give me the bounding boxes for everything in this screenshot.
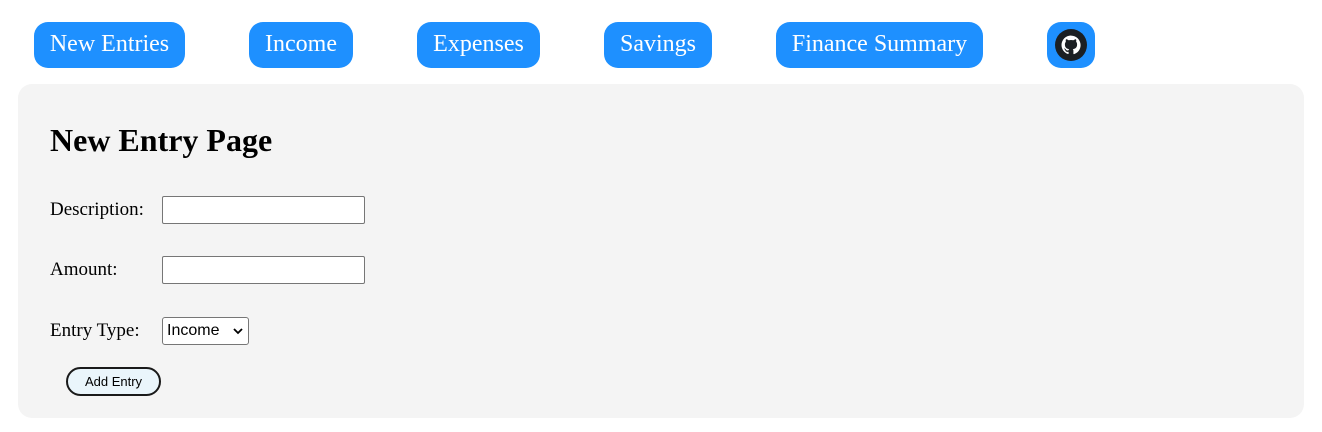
entry-type-select[interactable]: Income xyxy=(162,317,249,345)
entry-type-label: Entry Type: xyxy=(50,320,140,341)
amount-label: Amount: xyxy=(50,259,118,280)
github-icon xyxy=(1055,29,1087,61)
nav-new-entries-button[interactable]: New Entries xyxy=(34,22,185,68)
nav-income-button[interactable]: Income xyxy=(249,22,353,68)
nav-github-button[interactable] xyxy=(1047,22,1095,68)
description-input[interactable] xyxy=(162,196,365,224)
description-label: Description: xyxy=(50,199,144,220)
entry-type-selected-value: Income xyxy=(167,322,220,339)
new-entry-panel: New Entry Page Description: Amount: Entr… xyxy=(18,84,1304,418)
page-title: New Entry Page xyxy=(50,122,273,158)
chevron-down-icon xyxy=(233,328,243,335)
nav-expenses-button[interactable]: Expenses xyxy=(417,22,540,68)
nav-savings-button[interactable]: Savings xyxy=(604,22,712,68)
amount-input[interactable] xyxy=(162,256,365,284)
nav-finance-summary-button[interactable]: Finance Summary xyxy=(776,22,983,68)
add-entry-button[interactable]: Add Entry xyxy=(66,367,161,396)
top-nav: New Entries Income Expenses Savings Fina… xyxy=(0,22,1322,68)
